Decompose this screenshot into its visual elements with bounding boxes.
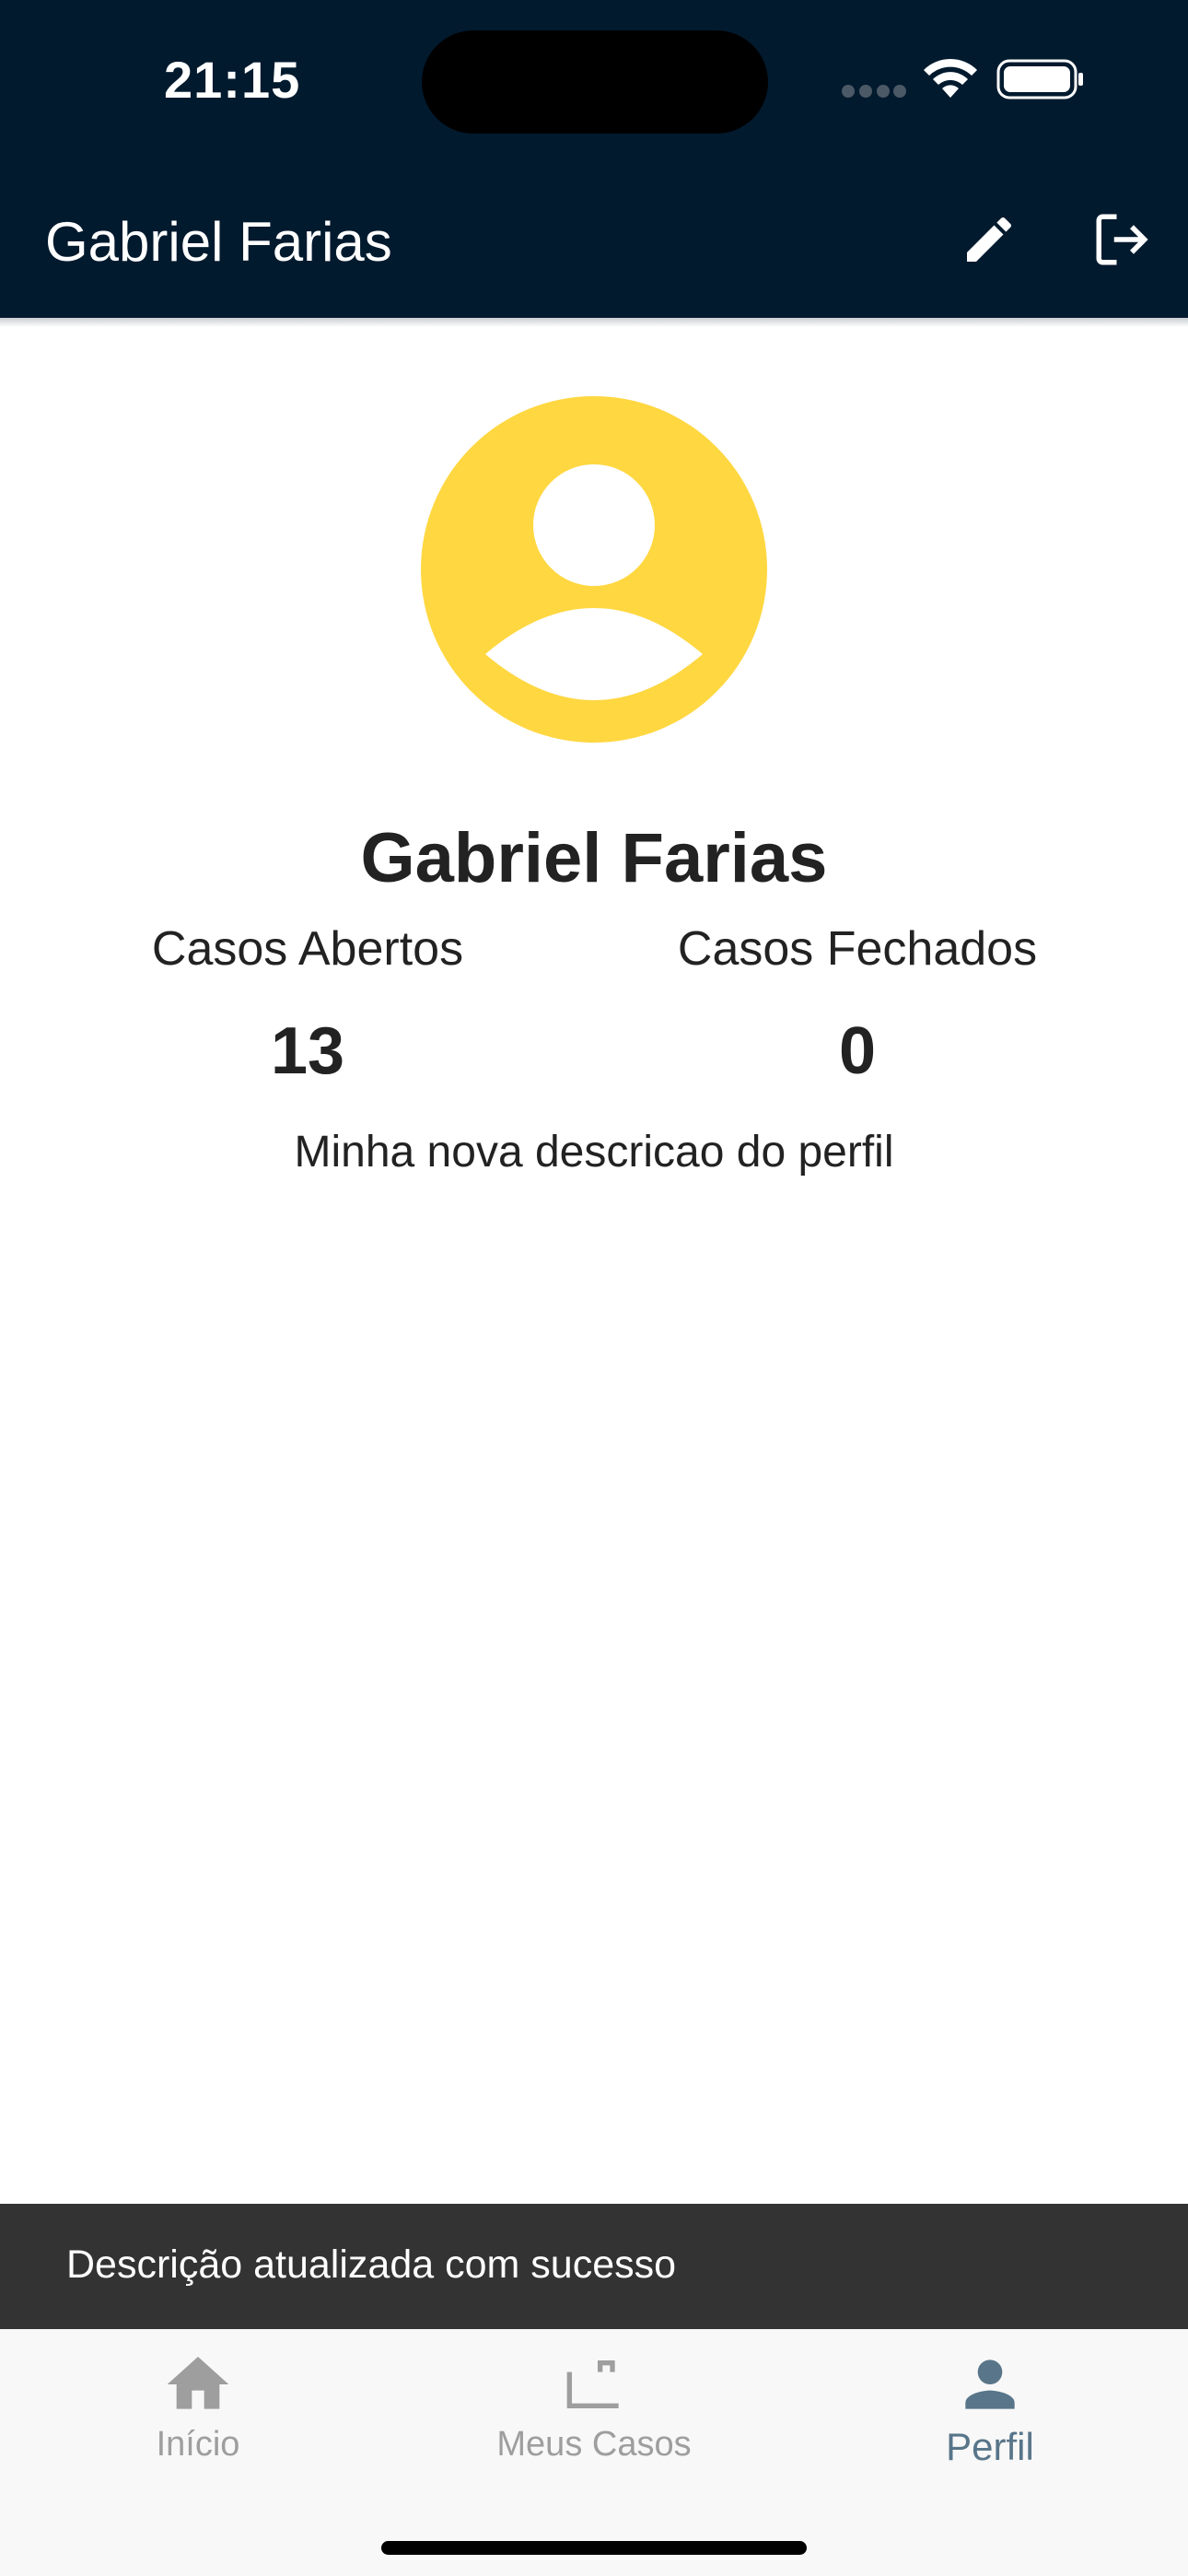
app-bar-shadow (0, 318, 1188, 327)
open-cases-stat: Casos Abertos 13 (50, 921, 565, 1089)
nav-label-meus-casos: Meus Casos (496, 2425, 692, 2464)
closed-cases-value: 0 (838, 1014, 877, 1088)
home-icon (167, 2357, 229, 2409)
avatar (421, 396, 767, 743)
status-time: 21:15 (164, 51, 301, 109)
profile-description: Minha nova descricao do perfil (294, 1128, 894, 1177)
snackbar-message: Descrição atualizada com sucesso (66, 2242, 677, 2287)
profile-name: Gabriel Farias (360, 819, 828, 897)
logout-button[interactable] (1077, 195, 1166, 284)
nav-label-perfil: Perfil (946, 2425, 1034, 2468)
battery-icon (996, 59, 1083, 100)
bottom-navigation: Início Meus Casos Perfil (0, 2329, 1188, 2576)
open-cases-label: Casos Abertos (151, 922, 464, 976)
person-icon (965, 2359, 1015, 2409)
cellular-signal-icon (842, 85, 906, 98)
briefcase-icon (566, 2360, 619, 2408)
snackbar: Descrição atualizada com sucesso (0, 2204, 1188, 2329)
closed-cases-stat: Casos Fechados 0 (600, 921, 1115, 1089)
nav-item-meus-casos[interactable]: Meus Casos (428, 2348, 760, 2495)
pencil-icon (967, 217, 1012, 262)
logout-icon (1096, 214, 1148, 265)
edit-profile-button[interactable] (945, 195, 1033, 284)
app-bar-title: Gabriel Farias (45, 211, 392, 273)
nav-item-perfil[interactable]: Perfil (824, 2348, 1156, 2495)
app-header: 21:15 Gabriel Farias (0, 0, 1188, 318)
person-icon (421, 396, 767, 743)
dynamic-island (422, 30, 768, 134)
nav-label-inicio: Início (156, 2425, 240, 2464)
open-cases-value: 13 (270, 1014, 345, 1088)
wifi-icon (924, 58, 977, 98)
nav-item-inicio[interactable]: Início (32, 2348, 364, 2495)
home-indicator (381, 2541, 807, 2555)
closed-cases-label: Casos Fechados (677, 922, 1038, 976)
